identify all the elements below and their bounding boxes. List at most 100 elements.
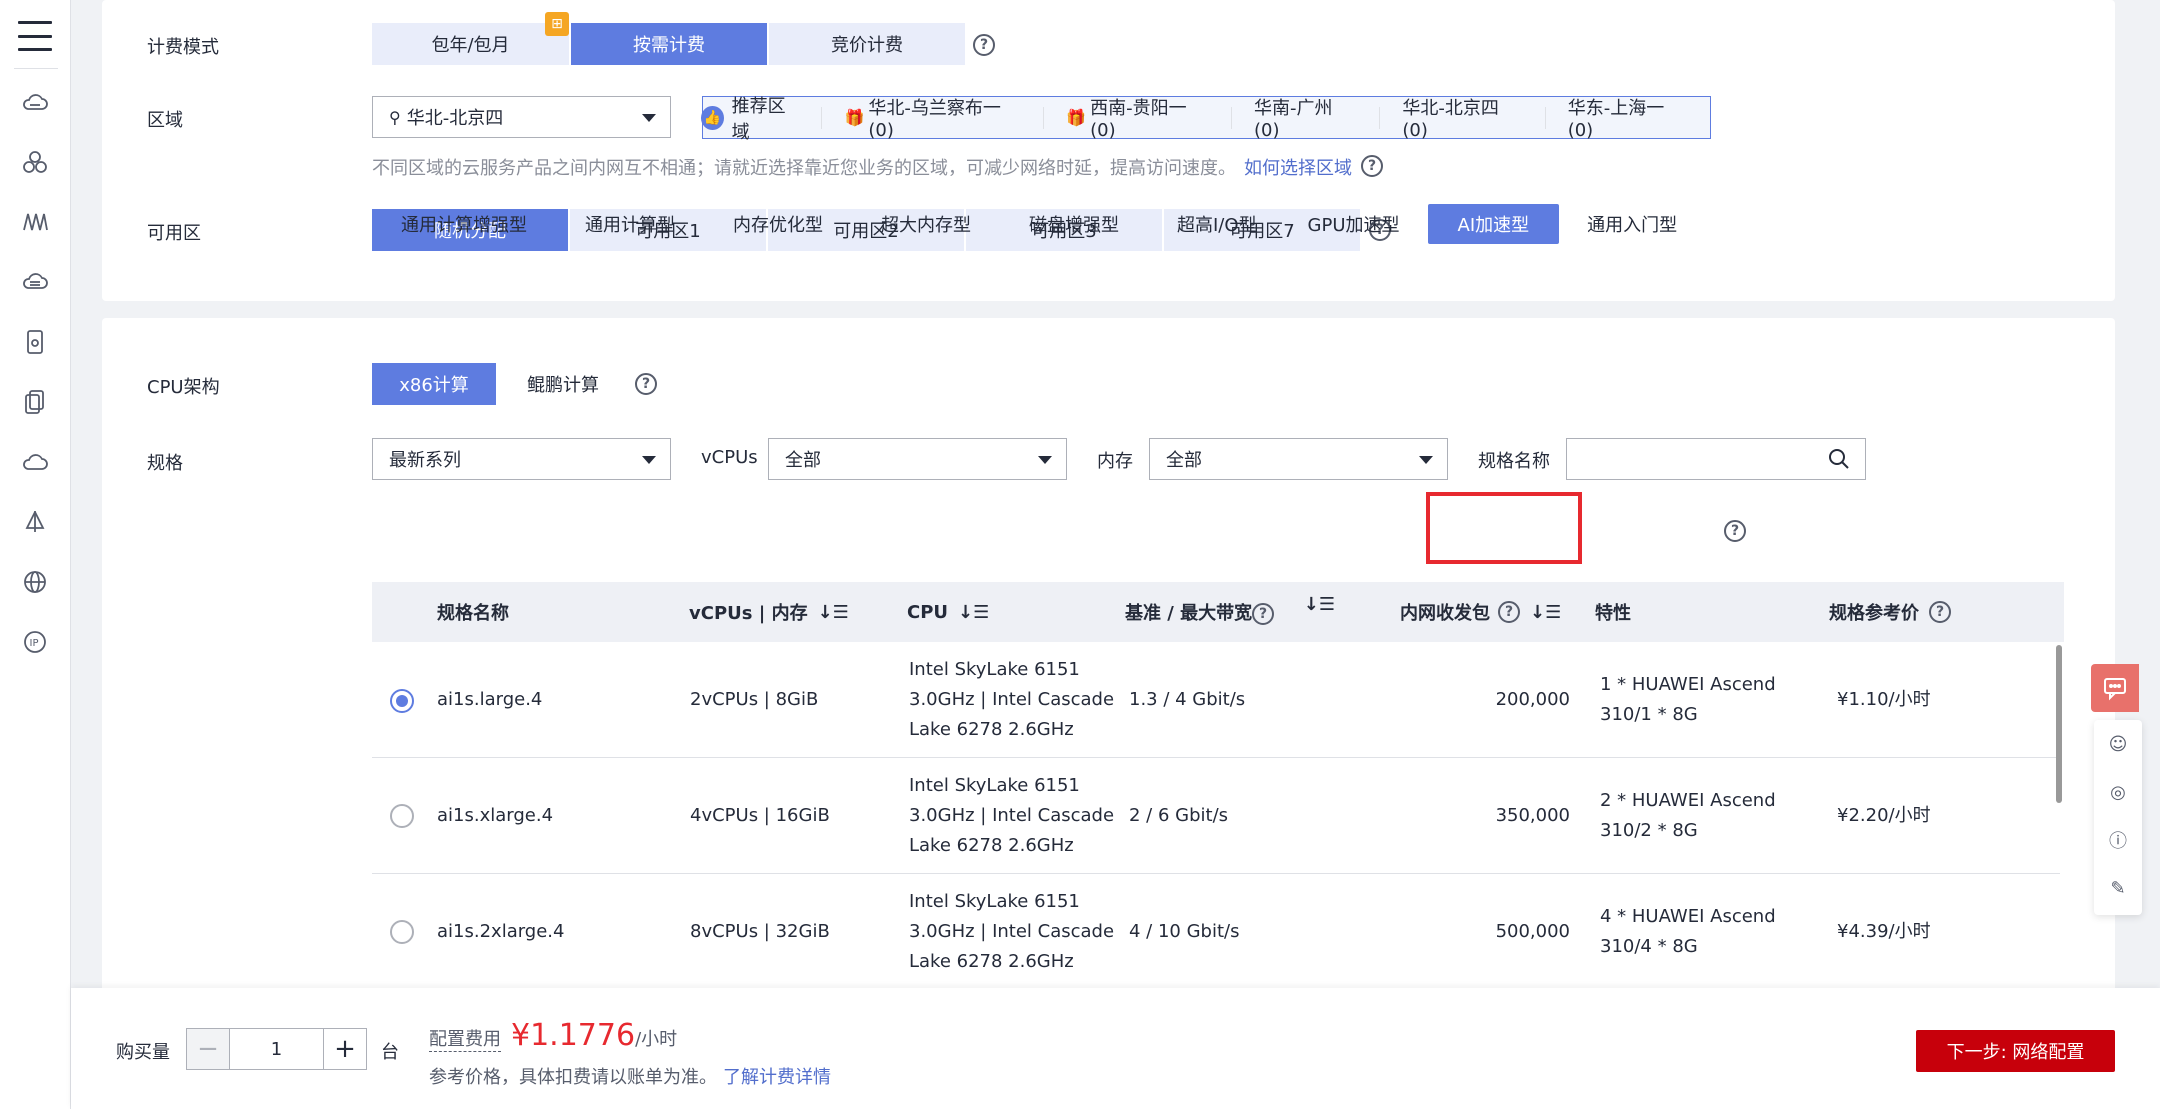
row-radio[interactable] [390,920,414,944]
availability-zone-label: 可用区 [147,223,201,244]
sidebar-divider [14,68,58,69]
smiley-icon[interactable]: ☺ [2106,732,2130,756]
col-cpu[interactable]: CPU ↓☰ [907,582,989,642]
cpu-arch-help-icon[interactable]: ? [635,373,657,395]
config-fee-label[interactable]: 配置费用 [429,1025,501,1052]
chevron-down-icon [1038,456,1052,464]
billing-details-link[interactable]: 了解计费详情 [723,1067,831,1088]
vcpus-select[interactable]: 全部 [768,438,1067,480]
memory-select[interactable]: 全部 [1149,438,1448,480]
price-summary: 配置费用 ¥1.1776 /小时 [429,1018,677,1053]
network-wave-icon[interactable] [20,207,50,237]
row-radio[interactable] [390,804,414,828]
bandwidth-help-icon[interactable]: ? [1252,603,1275,625]
bottom-action-bar: 购买量 − 1 + 台 配置费用 ¥1.1776 /小时 参考价格，具体扣费请以… [71,988,2160,1109]
help-circle-icon[interactable]: ⓘ [2106,828,2130,852]
spec-table-header: 规格名称 vCPUs | 内存 ↓☰ CPU ↓☰ 基准 / 最大带宽 ? ↓☰ 内… [372,582,2064,642]
left-sidebar: IP [0,0,71,1109]
cloud-storage-icon[interactable] [20,267,50,297]
row-vcpu-mem: 2vCPUs | 8GiB [690,689,819,710]
col-vcpu-mem[interactable]: vCPUs | 内存 ↓☰ [689,582,849,642]
row-price: ¥2.20/小时 [1837,805,1931,826]
series-select[interactable]: 最新系列 [372,438,671,480]
spec-name-search-input[interactable] [1566,438,1866,480]
config-fee-unit: /小时 [635,1029,678,1050]
sort-icon[interactable]: ↓☰ [818,602,849,623]
backup-icon[interactable] [20,387,50,417]
tab-disk-intensive[interactable]: 磁盘增强型 [1000,195,1148,253]
col-bandwidth[interactable]: 基准 / 最大带宽 ? ↓☰ [1125,582,1335,642]
row-radio[interactable] [390,689,414,713]
recommend-region-1[interactable]: 🎁 华北-乌兰察布一 (0) [822,98,1045,141]
row-cpu: Intel SkyLake 6151 3.0GHz | Intel Cascade… [909,891,1115,972]
sort-icon[interactable]: ↓☰ [1304,594,1335,615]
hamburger-menu-icon[interactable] [15,16,55,56]
cloud-icon[interactable] [20,447,50,477]
chat-icon [2104,678,2126,701]
price-help-icon[interactable]: ? [1929,601,1951,623]
table-row[interactable]: ai1s.2xlarge.4 8vCPUs | 32GiB Intel SkyL… [372,875,2060,990]
config-fee-value: ¥1.1776 [511,1018,636,1053]
recommend-region-3[interactable]: 华南-广州 (0) [1232,98,1381,141]
tab-general[interactable]: 通用计算型 [556,195,704,253]
sail-icon[interactable] [20,507,50,537]
cluster-icon[interactable] [20,147,50,177]
spec-name-label: 规格名称 [1478,451,1550,472]
col-spec-name: 规格名称 [437,603,509,624]
billing-help-icon[interactable]: ? [973,34,995,56]
recommend-region-5[interactable]: 华东-上海一 (0) [1546,98,1710,141]
sort-icon[interactable]: ↓☰ [958,602,989,623]
col-pps[interactable]: 内网收发包? ↓☰ [1400,582,1561,642]
cloud-server-icon[interactable] [20,88,50,118]
next-network-config-button[interactable]: 下一步: 网络配置 [1916,1030,2115,1072]
globe-icon[interactable] [20,567,50,597]
cpu-arch-selector: x86计算 鲲鹏计算 [372,363,630,405]
customer-service-icon[interactable]: ◎ [2106,780,2130,804]
gift-icon: 🎁 [1066,108,1087,127]
cpu-arch-kunpeng[interactable]: 鲲鹏计算 [498,363,628,405]
billing-option-yearly[interactable]: 包年/包月 [372,23,569,65]
quantity-input[interactable]: 1 [229,1029,324,1069]
recommend-region-2[interactable]: 🎁 西南-贵阳一 (0) [1044,98,1233,141]
region-select[interactable]: ⚲ 华北-北京四 [372,96,671,138]
tab-ultra-high-io[interactable]: 超高I/O型 [1148,195,1286,253]
row-spec-name: ai1s.xlarge.4 [437,805,554,826]
table-scrollbar[interactable] [2056,645,2062,803]
tab-large-memory[interactable]: 超大内存型 [852,195,1000,253]
region-help-icon[interactable]: ? [1361,155,1383,177]
recommend-region-4[interactable]: 华北-北京四 (0) [1380,98,1546,141]
tab-general-entry[interactable]: 通用入门型 [1571,195,1693,253]
chevron-down-icon [642,456,656,464]
billing-option-on-demand[interactable]: 按需计费 [571,23,767,65]
tab-general-enhanced[interactable]: 通用计算增强型 [372,195,556,253]
quantity-stepper: − 1 + [186,1028,367,1070]
instance-type-help-icon[interactable]: ? [1724,520,1746,542]
row-feature: 4 * HUAWEI Ascend 310/4 * 8G [1600,906,1776,957]
disk-icon[interactable] [20,327,50,357]
ip-icon[interactable]: IP [20,627,50,657]
row-price: ¥4.39/小时 [1837,921,1931,942]
pps-help-icon[interactable]: ? [1498,601,1520,623]
table-row[interactable]: ai1s.xlarge.4 4vCPUs | 16GiB Intel SkyLa… [372,759,2060,874]
row-bandwidth: 1.3 / 4 Gbit/s [1129,689,1246,710]
tab-gpu-accelerated[interactable]: GPU加速型 [1286,195,1416,253]
ai-tab-highlight-box [1426,492,1582,564]
memory-label: 内存 [1097,451,1133,472]
series-selected-value: 最新系列 [389,450,461,471]
row-vcpu-mem: 4vCPUs | 16GiB [690,805,830,826]
cpu-arch-x86[interactable]: x86计算 [372,363,496,405]
sort-icon[interactable]: ↓☰ [1530,602,1561,623]
row-pps: 500,000 [1495,921,1570,942]
chevron-down-icon [642,114,656,122]
edit-note-icon[interactable]: ✎ [2106,876,2130,900]
billing-option-spot[interactable]: 竞价计费 [769,23,965,65]
table-row[interactable]: ai1s.large.4 2vCPUs | 8GiB Intel SkyLake… [372,643,2060,758]
chat-feedback-button[interactable] [2091,664,2139,712]
tab-ai-accelerated[interactable]: AI加速型 [1427,204,1560,244]
decrement-button[interactable]: − [187,1029,229,1069]
how-to-choose-region-link[interactable]: 如何选择区域 [1244,158,1352,179]
region-label: 区域 [147,110,183,131]
search-icon[interactable] [1827,447,1851,476]
tab-memory-optimized[interactable]: 内存优化型 [704,195,852,253]
increment-button[interactable]: + [324,1029,366,1069]
